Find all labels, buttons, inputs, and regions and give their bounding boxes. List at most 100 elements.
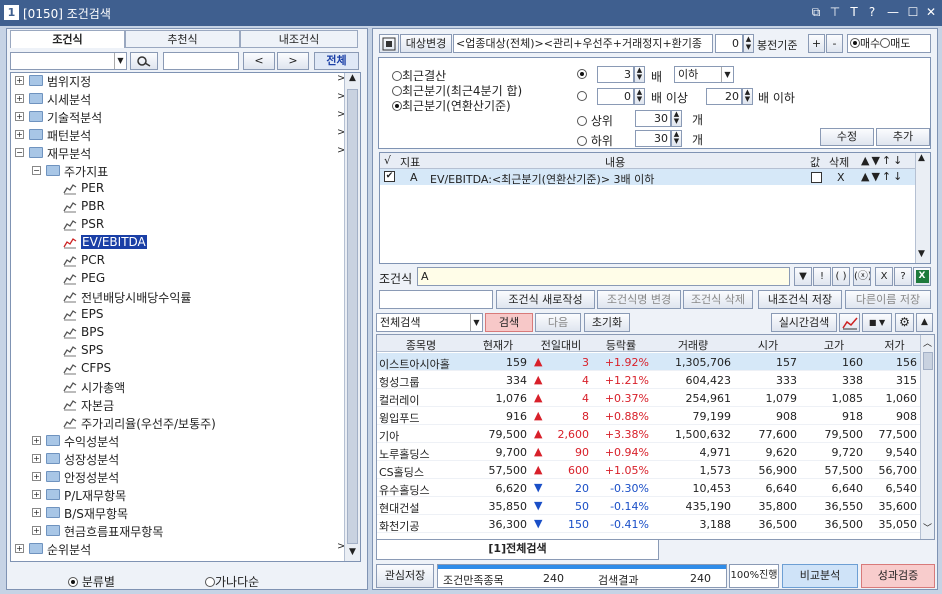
target-icon-button[interactable] xyxy=(379,34,399,53)
col-header[interactable]: 등락률 xyxy=(591,337,651,353)
cond-radio-2[interactable] xyxy=(577,90,587,103)
col-header[interactable]: 시가 xyxy=(735,337,801,353)
or-button[interactable]: X xyxy=(875,267,893,286)
cond2-max-spinner[interactable]: ▲ ▼ xyxy=(742,88,753,105)
tree-node[interactable]: + 현금흐름표재무항목 xyxy=(12,522,342,540)
close-icon[interactable]: ✕ xyxy=(923,4,939,20)
tree-node[interactable]: + B/S재무항목 xyxy=(12,504,342,522)
results-scrollbar[interactable]: ︿ ﹀ xyxy=(920,335,934,539)
cond2-min-spinner[interactable]: ▲ ▼ xyxy=(634,88,645,105)
tree-node[interactable]: + 시세분석 > xyxy=(12,90,345,108)
tree-node[interactable]: + 순위분석 > xyxy=(12,540,345,558)
tree-node[interactable]: + 범위지정 > xyxy=(12,72,345,90)
col-header[interactable]: 고가 xyxy=(801,337,867,353)
tree-node[interactable]: + 기술적분석 > xyxy=(12,108,345,126)
tree-node[interactable]: EPS xyxy=(12,306,342,324)
font-icon[interactable]: T xyxy=(846,4,862,20)
bong-spinner[interactable]: ▲ ▼ xyxy=(743,34,754,53)
expand-icon[interactable]: + xyxy=(32,454,41,463)
expand-icon[interactable]: + xyxy=(15,544,24,553)
category-combo[interactable]: ▼ xyxy=(10,52,127,70)
expand-icon[interactable]: + xyxy=(32,508,41,517)
col-header[interactable]: 저가 xyxy=(867,337,922,353)
checkbox-checked-icon[interactable]: ✔ xyxy=(384,171,395,182)
not-button[interactable]: ! xyxy=(813,267,831,286)
tree-node[interactable]: 시가총액 xyxy=(12,378,342,396)
save-as-button[interactable]: 다른이름 저장 xyxy=(845,290,931,309)
new-formula-button[interactable]: 조건식 새로작성 xyxy=(496,290,595,309)
tree-scrollbar[interactable]: ▲ ▼ xyxy=(344,73,360,561)
plus-button[interactable]: + xyxy=(808,34,825,53)
tab-all-search[interactable]: [1]전체검색 xyxy=(376,540,659,560)
collapse-icon[interactable]: − xyxy=(32,166,41,175)
cond1-value-input[interactable]: 3 xyxy=(597,66,634,83)
expand-icon[interactable]: + xyxy=(32,490,41,499)
edit-button[interactable]: 수정 xyxy=(820,128,874,146)
rename-formula-button[interactable]: 조건식명 변경 xyxy=(597,290,681,309)
settings-button[interactable]: ⚙ xyxy=(895,313,914,332)
cond-radio-1[interactable] xyxy=(577,68,587,81)
tree-node[interactable]: PSR xyxy=(12,216,342,234)
tree-node[interactable]: PCR xyxy=(12,252,342,270)
search-button[interactable] xyxy=(130,52,158,70)
tree-node[interactable]: − 재무분석 > xyxy=(12,144,345,162)
cond3-spinner[interactable]: ▲ ▼ xyxy=(671,110,682,127)
help-button[interactable]: ? xyxy=(894,267,912,286)
tree-node[interactable]: 자본금 xyxy=(12,396,342,414)
table-row[interactable]: 기아 79,500 2,600 +3.38% 1,500,632 77,600 79,500… xyxy=(377,425,922,443)
results-scroll-thumb[interactable] xyxy=(923,352,933,370)
scroll-up-icon[interactable]: ︿ xyxy=(923,336,932,349)
tree-node[interactable]: SPS xyxy=(12,342,342,360)
excel-export-button[interactable]: X xyxy=(913,267,931,286)
cond2-min-input[interactable]: 0 xyxy=(597,88,634,105)
tree-node[interactable]: EV/EBITDA xyxy=(12,234,342,252)
tree-node[interactable]: − 주가지표 xyxy=(12,162,342,180)
tree-node[interactable]: PBR xyxy=(12,198,342,216)
tree-node[interactable]: + 수익성분석 xyxy=(12,432,342,450)
radio-alpha[interactable]: 가나다순 xyxy=(205,573,259,590)
scroll-down-icon[interactable]: ▼ xyxy=(918,249,925,259)
paren-button[interactable]: ( ) xyxy=(832,267,850,286)
cond1-op-select[interactable]: 이하 ▼ xyxy=(674,66,734,83)
table-row[interactable]: 노루홀딩스 9,700 90 +0.94% 4,971 9,620 9,720 9,540 ▲ xyxy=(377,443,922,461)
scroll-up-icon[interactable]: ▲ xyxy=(918,153,925,163)
maximize-icon[interactable]: ☐ xyxy=(905,4,921,20)
tree-node[interactable]: PER xyxy=(12,180,342,198)
save-my-formula-button[interactable]: 내조건식 저장 xyxy=(758,290,842,309)
search-run-button[interactable]: 검색 xyxy=(485,313,533,332)
tree-node[interactable]: + 성장성분석 xyxy=(12,450,342,468)
expand-icon[interactable]: + xyxy=(15,130,24,139)
expand-icon[interactable]: + xyxy=(15,76,24,85)
collapse-icon[interactable]: − xyxy=(15,148,24,157)
expand-icon[interactable]: + xyxy=(15,112,24,121)
period-radio-2[interactable]: 최근분기(연환산기준) xyxy=(392,97,511,114)
search-next-button[interactable]: 다음 xyxy=(535,313,581,332)
value-checkbox[interactable] xyxy=(811,172,822,183)
table-row[interactable]: 윙입푸드 916 8 +0.88% 79,199 908 918 908 ▲ xyxy=(377,407,922,425)
tree-node[interactable]: CFPS xyxy=(12,360,342,378)
search-input[interactable] xyxy=(163,52,239,70)
cond3-value-input[interactable]: 30 xyxy=(635,110,671,127)
minimize-icon[interactable]: — xyxy=(885,4,901,20)
help-icon[interactable]: ? xyxy=(864,4,880,20)
table-row[interactable]: 현대건설 35,850 50 -0.14% 435,190 35,800 36,550 35,… xyxy=(377,497,922,515)
search-type-select[interactable]: 전체검색 ▼ xyxy=(376,313,483,332)
tree-node[interactable]: + P/L재무항목 xyxy=(12,486,342,504)
cond-radio-3[interactable]: 상위 xyxy=(577,112,613,129)
row-move-icons[interactable]: ▲▼↑↓ xyxy=(861,170,904,183)
radio-category[interactable]: 분류별 xyxy=(68,573,115,590)
tree-node[interactable]: PEG xyxy=(12,270,342,288)
col-header[interactable]: 거래량 xyxy=(651,337,735,353)
minus-button[interactable]: - xyxy=(826,34,843,53)
add-button[interactable]: 추가 xyxy=(876,128,930,146)
scroll-down-icon[interactable]: ▼ xyxy=(346,547,359,561)
condition-row[interactable]: ✔ A EV/EBITDA:<최근분기(연환산기준)> 3배 이하 X ▲▼↑↓ xyxy=(380,169,915,186)
view-menu-button[interactable]: ■ ▼ xyxy=(862,313,892,332)
cond4-spinner[interactable]: ▲ ▼ xyxy=(671,130,682,147)
all-button[interactable]: 전체 xyxy=(314,52,359,70)
formula-name-input[interactable] xyxy=(379,290,493,309)
verify-button[interactable]: 성과검증 xyxy=(861,564,935,588)
table-row[interactable]: 헝성그룹 334 4 +1.21% 604,423 333 338 315 ▲ xyxy=(377,371,922,389)
next-button[interactable]: > xyxy=(277,52,309,70)
tab-recommend[interactable]: 추천식 xyxy=(125,30,240,48)
